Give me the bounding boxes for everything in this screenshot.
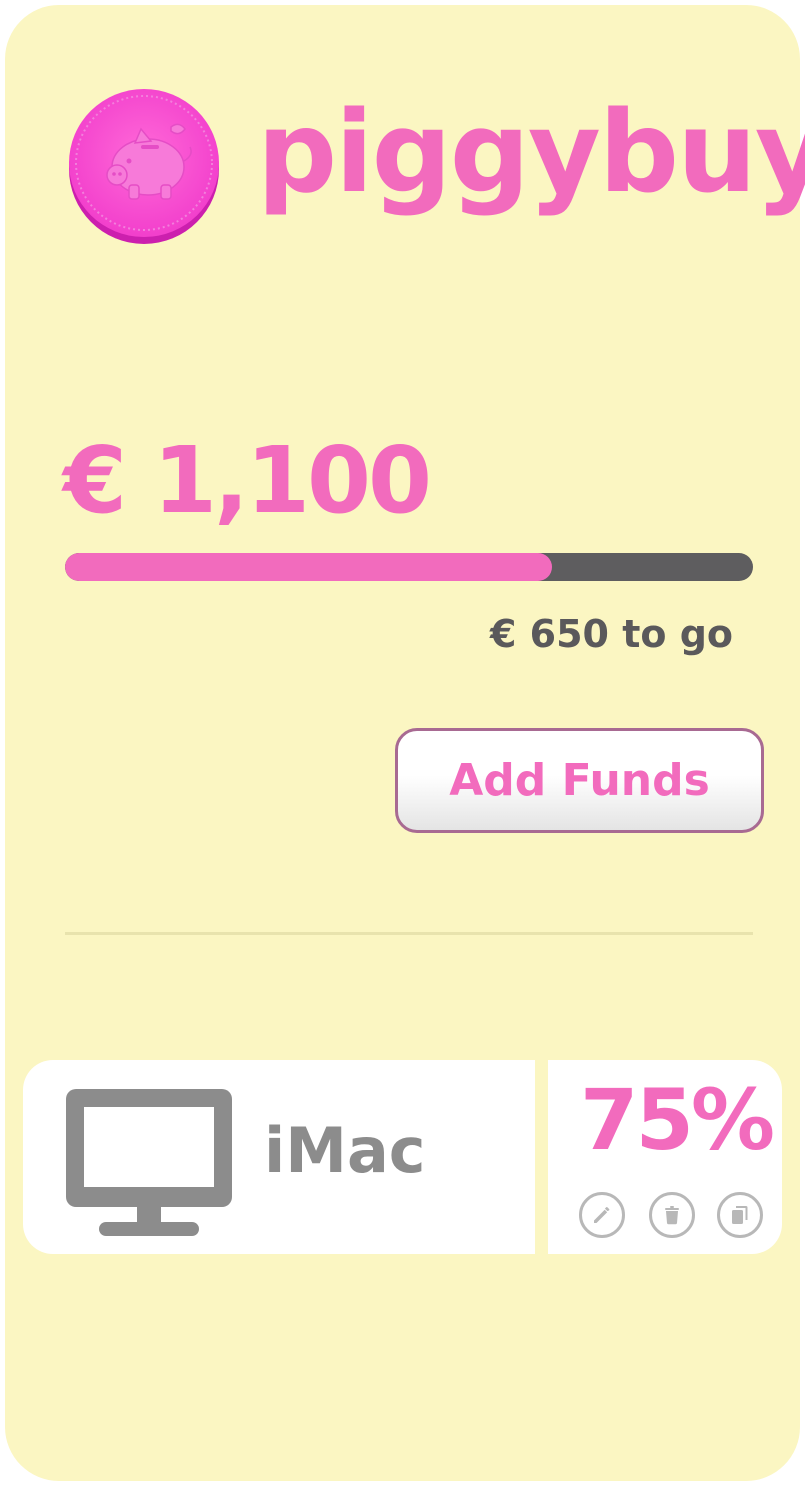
add-funds-button[interactable]: Add Funds (395, 728, 764, 833)
desktop-monitor-icon (65, 1088, 233, 1238)
goal-percent: 75% (580, 1071, 775, 1169)
edit-icon (594, 1207, 610, 1223)
savings-amount: € 1,100 (63, 427, 432, 534)
copy-goal-button[interactable] (717, 1192, 763, 1238)
goal-progress-panel: 75% (548, 1060, 782, 1254)
copy-icon (732, 1206, 748, 1224)
edit-goal-button[interactable] (579, 1192, 625, 1238)
savings-progress-bar (65, 553, 753, 581)
app-card: piggybuy € 1,100 € 650 to go Add Funds (5, 5, 805, 1481)
app-title: piggybuy (257, 88, 805, 218)
section-divider (65, 932, 753, 935)
trash-icon (665, 1206, 679, 1225)
piggy-bank-coin-icon (65, 85, 223, 247)
goal-card-imac[interactable]: iMac (23, 1060, 535, 1254)
remaining-amount: € 650 to go (489, 612, 733, 656)
delete-goal-button[interactable] (649, 1192, 695, 1238)
goal-name: iMac (264, 1114, 426, 1187)
savings-progress-fill (65, 553, 553, 581)
